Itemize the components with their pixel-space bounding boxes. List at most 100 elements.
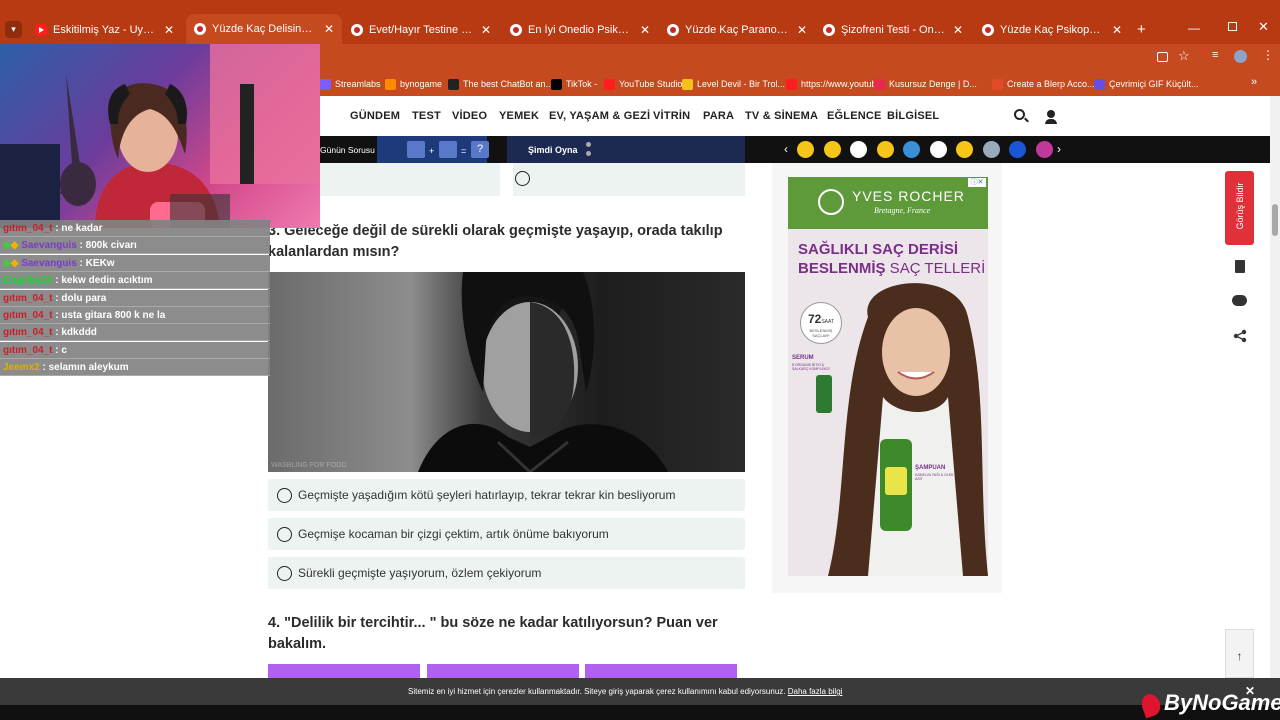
share-button[interactable] xyxy=(1225,321,1254,350)
bookmark-item[interactable]: YouTube Studio xyxy=(604,76,682,92)
tab-6[interactable]: Şizofreni Testi - Onedio ✕ xyxy=(815,16,971,44)
chat-badge-icon: ◆ xyxy=(3,257,11,269)
bookmark-favicon-icon xyxy=(1094,78,1105,90)
chat-message: gıtım_04_t : dolu para xyxy=(0,289,270,307)
nav-item[interactable]: TV & SİNEMA xyxy=(745,110,818,122)
minimize-button[interactable]: — xyxy=(1188,21,1200,35)
bookmark-item[interactable]: bynogame xyxy=(385,76,442,92)
question-4-title: 4. "Delilik bir tercihtir... " bu söze n… xyxy=(268,615,718,652)
close-tab-icon[interactable]: ✕ xyxy=(324,22,334,36)
bookmark-item[interactable]: Create a Blerp Acco... xyxy=(992,76,1095,92)
reaction-emoji-icon[interactable] xyxy=(797,141,814,158)
close-tab-icon[interactable]: ✕ xyxy=(164,23,174,37)
install-icon[interactable] xyxy=(1157,52,1168,62)
nav-item[interactable]: EV, YAŞAM & GEZİ xyxy=(549,110,650,122)
close-tab-icon[interactable]: ✕ xyxy=(640,23,650,37)
emoji-next-icon[interactable]: › xyxy=(1057,142,1061,156)
chat-username: gıtım_04_t xyxy=(3,292,53,304)
tab-search-button[interactable]: ▾ xyxy=(5,21,22,38)
tab-7[interactable]: Yüzde Kaç Psikopatsın? - Oned ✕ xyxy=(974,16,1130,44)
play-now-link[interactable]: Şimdi Oyna xyxy=(528,145,578,155)
reaction-emoji-icon[interactable] xyxy=(823,141,841,158)
chat-badge-icon: ◆ xyxy=(10,257,19,269)
bynogame-logo: ByNoGame xyxy=(1142,688,1280,720)
bookmark-item[interactable]: Level Devil - Bir Trol... xyxy=(682,76,785,92)
reaction-emoji-icon[interactable] xyxy=(1035,141,1053,158)
rating-option-3[interactable] xyxy=(585,664,737,678)
tab-2[interactable]: Yüzde Kaç Delisin? - Onedio ✕ xyxy=(186,14,342,44)
restore-button[interactable] xyxy=(1228,22,1237,31)
prev-answer-right[interactable] xyxy=(513,163,745,196)
bookmark-item[interactable]: TikTok - xyxy=(551,76,597,92)
bookmark-favicon-icon xyxy=(604,78,615,90)
bookmark-item[interactable]: Streamlabs xyxy=(320,76,381,92)
bookmark-item[interactable]: The best ChatBot an... xyxy=(448,76,553,92)
emoji-prev-icon[interactable]: ‹ xyxy=(784,142,788,156)
user-icon[interactable] xyxy=(1047,110,1055,118)
tab-title: Şizofreni Testi - Onedio xyxy=(841,24,947,36)
answer-option[interactable]: Geçmişe kocaman bir çizgi çektim, artık … xyxy=(268,518,745,550)
answer-option[interactable]: Geçmişte yaşadığım kötü şeyleri hatırlay… xyxy=(268,479,745,511)
chat-badge-icon: ◆ xyxy=(10,240,19,252)
close-tab-icon[interactable]: ✕ xyxy=(953,23,963,37)
comments-button[interactable] xyxy=(1225,286,1254,315)
nav-item[interactable]: EĞLENCE xyxy=(827,110,882,122)
cookie-more-link[interactable]: Daha fazla bilgi xyxy=(788,687,843,696)
chat-text: c xyxy=(61,344,67,356)
tab-1[interactable]: Eskitilmiş Yaz - Uyursam Geçer | ✕ xyxy=(27,16,182,44)
page-scrollbar[interactable] xyxy=(1270,96,1280,678)
ad-serum-sub: 8 ORGANİK BİTKİ & SALKARÇ KOMPLEKSİ xyxy=(792,363,830,371)
reaction-emoji-icon[interactable] xyxy=(850,141,867,158)
ad-info-icon[interactable]: ⓘ✕ xyxy=(968,178,986,187)
reaction-emoji-icon[interactable] xyxy=(982,141,1000,158)
question-3-image: WASBLING FOR FOOD xyxy=(268,272,745,472)
reaction-emoji-icon[interactable] xyxy=(876,141,894,158)
bookmark-item[interactable]: Kusursuz Denge | D... xyxy=(874,76,977,92)
daily-puzzle[interactable]: + = ? xyxy=(377,136,489,163)
chat-username: Ertgrlby23 xyxy=(3,275,53,287)
reaction-emoji-icon[interactable] xyxy=(903,141,920,158)
chat-text: ne kadar xyxy=(61,223,103,234)
star-icon[interactable]: ☆ xyxy=(1178,48,1190,64)
nav-item[interactable]: GÜNDEM xyxy=(350,110,400,122)
onedio-icon xyxy=(510,24,522,36)
media-icon[interactable]: ≡ xyxy=(1212,49,1218,61)
close-tab-icon[interactable]: ✕ xyxy=(481,23,491,37)
reaction-emoji-icon[interactable] xyxy=(1009,141,1026,158)
tab-4[interactable]: En İyi Onedio Psikoloji Testleri ✕ xyxy=(502,16,658,44)
bookmark-favicon-icon xyxy=(551,78,562,90)
profile-avatar[interactable] xyxy=(1234,50,1247,63)
scrollbar-thumb[interactable] xyxy=(1272,204,1278,236)
nav-item[interactable]: VİDEO xyxy=(452,110,487,122)
new-tab-button[interactable]: + xyxy=(1137,21,1146,38)
nav-item[interactable]: TEST xyxy=(412,110,441,122)
nav-item[interactable]: BİLGİSEL xyxy=(887,110,939,122)
chat-message: Ertgrlby23 : kekw dedin acıktım xyxy=(0,272,270,290)
bookmark-item[interactable]: https://www.youtub... xyxy=(786,76,884,92)
streamer-webcam-image xyxy=(0,44,320,228)
close-tab-icon[interactable]: ✕ xyxy=(797,23,807,37)
chat-username: Saevanguis xyxy=(21,240,77,252)
scroll-to-top-button[interactable]: ↑ xyxy=(1225,629,1254,678)
answer-option[interactable]: Sürekli geçmişte yaşıyorum, özlem çekiyo… xyxy=(268,557,745,589)
nav-item[interactable]: PARA xyxy=(703,110,734,122)
close-window-button[interactable]: ✕ xyxy=(1258,19,1269,35)
nav-item[interactable]: YEMEK xyxy=(499,110,539,122)
feedback-button[interactable]: Görüş Bildir xyxy=(1225,171,1254,245)
nav-item[interactable]: VİTRİN xyxy=(653,110,690,122)
chat-text: kdkddd xyxy=(61,327,97,339)
more-bookmarks-icon[interactable]: » xyxy=(1251,76,1257,88)
close-tab-icon[interactable]: ✕ xyxy=(1112,23,1122,37)
reaction-emoji-icon[interactable] xyxy=(956,141,973,158)
ad-banner[interactable]: YVES ROCHER Bretagne, France ⓘ✕ SAĞLIKLI… xyxy=(788,177,988,576)
rating-option-1[interactable] xyxy=(268,664,420,678)
bookmark-item[interactable]: Çevrimiçi GIF Küçült... xyxy=(1094,76,1199,92)
reaction-emoji-icon[interactable] xyxy=(929,141,947,158)
menu-icon[interactable]: ⋮ xyxy=(1262,48,1274,62)
bookmark-button[interactable] xyxy=(1225,252,1254,281)
prev-answer-left[interactable] xyxy=(320,163,500,196)
tab-3[interactable]: Evet/Hayır Testine Göre Ne Kad ✕ xyxy=(343,16,499,44)
chat-badge-icon: ◆ xyxy=(3,240,11,252)
tab-5[interactable]: Yüzde Kaç Paranoyaksın? - One ✕ xyxy=(659,16,815,44)
rating-option-2[interactable] xyxy=(427,664,579,678)
